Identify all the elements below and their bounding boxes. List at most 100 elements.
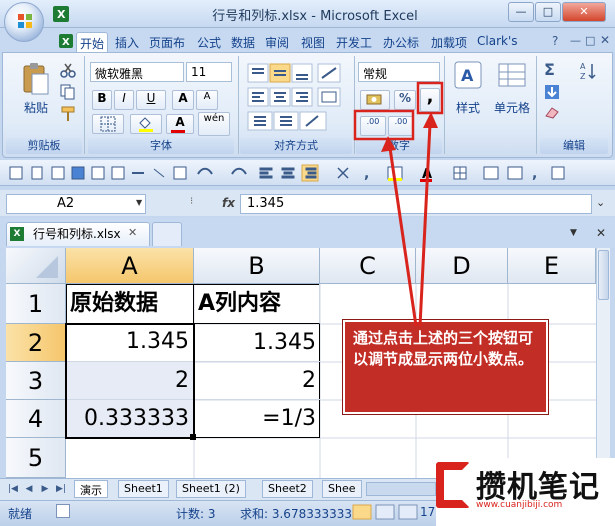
tab-addins[interactable]: 加载项: [428, 32, 470, 52]
tab-view[interactable]: 视图: [298, 32, 328, 52]
sheet-tab-sheet1-2[interactable]: Sheet1 (2): [176, 480, 246, 498]
font-color-button[interactable]: A: [166, 114, 194, 134]
sheet-tab-sheet1[interactable]: Sheet1: [118, 480, 169, 498]
office-button[interactable]: [4, 2, 44, 42]
number-format-select[interactable]: 常规: [358, 62, 440, 82]
next-sheet-icon[interactable]: ▶: [38, 482, 52, 496]
clipboard-group-label: 剪贴板: [6, 138, 82, 154]
column-header-c[interactable]: C: [320, 248, 416, 284]
ribbon-restore-icon[interactable]: □: [585, 34, 595, 47]
cells-button[interactable]: 单元格: [490, 60, 534, 132]
accounting-format-button[interactable]: [360, 90, 390, 110]
percent-button[interactable]: %: [394, 90, 416, 110]
tab-clarks[interactable]: Clark's: [474, 32, 521, 52]
office-logo-icon: [18, 14, 32, 28]
sheet-tab-truncated[interactable]: Shee: [322, 480, 362, 498]
formula-input[interactable]: 1.345: [240, 194, 592, 214]
cell-b4[interactable]: =1/3: [194, 400, 320, 438]
paste-icon: [23, 63, 49, 95]
shrink-font-button[interactable]: A: [196, 90, 218, 110]
cell-b2[interactable]: 1.345: [194, 324, 320, 362]
tab-developer[interactable]: 开发工: [333, 32, 375, 52]
paste-button[interactable]: 粘贴: [16, 60, 56, 116]
italic-button[interactable]: I: [114, 90, 134, 110]
row-header-2[interactable]: 2: [6, 324, 66, 362]
font-color-swatch: [171, 130, 185, 133]
workbook-close-icon[interactable]: ✕: [596, 226, 606, 240]
cell-b3[interactable]: 2: [194, 362, 320, 400]
phonetic-button[interactable]: wén: [198, 112, 230, 136]
tab-insert[interactable]: 插入: [112, 32, 142, 52]
tab-list-dropdown-icon[interactable]: ▼: [570, 228, 577, 238]
fill-color-button[interactable]: [130, 114, 162, 134]
copy-icon[interactable]: [60, 84, 76, 100]
svg-text:,: ,: [532, 166, 537, 182]
bold-button[interactable]: B: [92, 90, 112, 110]
prev-sheet-icon[interactable]: ◀: [22, 482, 36, 496]
ribbon-minimize-icon[interactable]: —: [570, 34, 581, 47]
watermark-url: www.cuanjibiji.com: [476, 500, 563, 510]
select-all-button[interactable]: [6, 248, 66, 284]
grow-font-button[interactable]: A: [172, 90, 194, 110]
cell-a1[interactable]: 原始数据: [66, 284, 194, 324]
view-buttons[interactable]: [352, 503, 418, 521]
formula-bar-handle-icon[interactable]: ⁝: [190, 196, 193, 207]
autosum-button[interactable]: Σ: [544, 60, 555, 79]
name-box-dropdown-icon[interactable]: ▼: [136, 198, 142, 207]
tab-formulas[interactable]: 公式: [194, 32, 224, 52]
styles-icon: A: [454, 61, 482, 89]
workbook-tab-close-button[interactable]: ✕: [128, 226, 140, 240]
first-sheet-icon[interactable]: |◀: [6, 482, 20, 496]
font-name-select[interactable]: 微软雅黑: [90, 62, 184, 82]
vertical-scrollbar[interactable]: [596, 248, 610, 478]
tab-office-tab[interactable]: 办公标: [380, 32, 422, 52]
minimize-button[interactable]: —: [508, 2, 534, 22]
tab-home[interactable]: 开始: [76, 32, 109, 52]
comma-style-button[interactable]: ,: [420, 88, 440, 112]
close-button[interactable]: ✕: [562, 2, 606, 22]
row-header-3[interactable]: 3: [6, 362, 66, 400]
svg-text:Z: Z: [580, 72, 586, 81]
borders-icon: [100, 116, 116, 132]
cut-icon[interactable]: [60, 62, 76, 78]
underline-button[interactable]: U: [136, 90, 166, 110]
format-painter-icon[interactable]: [60, 106, 76, 122]
status-count: 计数: 3: [176, 507, 216, 521]
row-header-1[interactable]: 1: [6, 284, 66, 324]
column-header-b[interactable]: B: [194, 248, 320, 284]
last-sheet-icon[interactable]: ▶|: [54, 482, 68, 496]
expand-formula-bar-icon[interactable]: ⌄: [596, 196, 605, 209]
column-header-e[interactable]: E: [508, 248, 596, 284]
sort-filter-icon[interactable]: AZ: [580, 60, 604, 84]
ribbon-close-icon[interactable]: ✕: [600, 33, 610, 47]
restore-button[interactable]: □: [535, 2, 561, 22]
name-box[interactable]: A2: [6, 194, 146, 214]
sheet-tab-demo[interactable]: 演示: [74, 480, 108, 498]
alignment-buttons: [244, 60, 344, 134]
borders-button[interactable]: [92, 114, 124, 134]
row-header-5[interactable]: 5: [6, 438, 66, 478]
styles-button[interactable]: A 样式: [450, 60, 486, 132]
clear-icon[interactable]: [544, 104, 564, 122]
horizontal-scrollbar[interactable]: [366, 482, 436, 496]
insert-function-button[interactable]: fx: [222, 196, 236, 212]
column-header-d[interactable]: D: [416, 248, 508, 284]
column-header-a[interactable]: A: [66, 248, 194, 284]
fill-icon[interactable]: [544, 84, 564, 102]
status-sum: 求和: 3.678333333: [240, 507, 353, 521]
tab-page-layout[interactable]: 页面布: [146, 32, 188, 52]
cell-b1[interactable]: A列内容: [194, 284, 320, 324]
macro-record-icon[interactable]: [56, 504, 70, 518]
help-icon[interactable]: ?: [552, 34, 558, 48]
new-tab-button[interactable]: [152, 222, 182, 246]
row-header-4[interactable]: 4: [6, 400, 66, 438]
sheet-tab-sheet2[interactable]: Sheet2: [262, 480, 313, 498]
tab-data[interactable]: 数据: [228, 32, 258, 52]
fill-handle[interactable]: [190, 434, 196, 440]
tab-review[interactable]: 审阅: [262, 32, 292, 52]
font-size-select[interactable]: 11: [186, 62, 232, 82]
increase-decimal-button[interactable]: .00: [360, 116, 386, 136]
scrollbar-thumb[interactable]: [598, 250, 609, 300]
decrease-decimal-button[interactable]: .00: [388, 116, 414, 136]
toolbar-icons[interactable]: , A ,: [8, 164, 598, 182]
